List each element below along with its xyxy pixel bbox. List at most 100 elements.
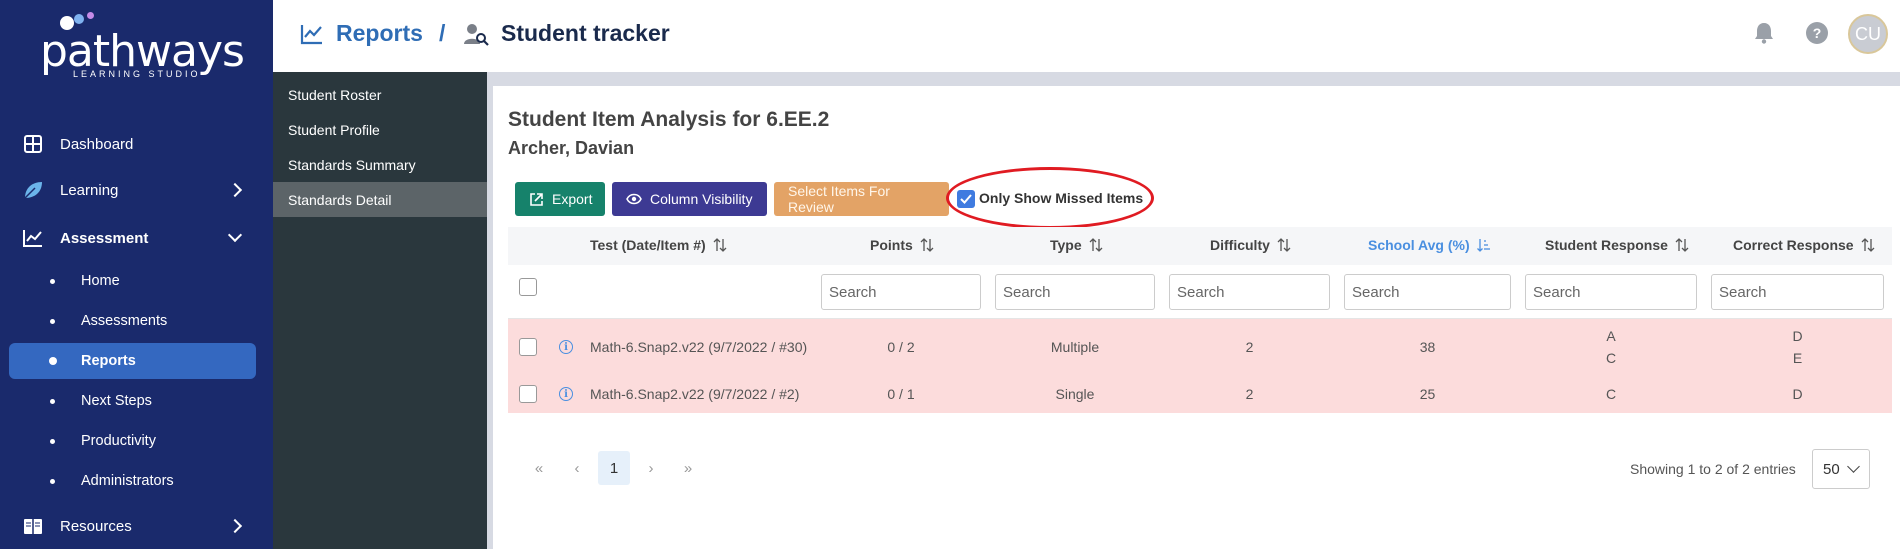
cell-student-response: A [1606, 328, 1616, 344]
info-icon[interactable]: i [559, 387, 573, 401]
eye-icon [626, 193, 642, 205]
page-size-select[interactable]: 50 [1812, 449, 1870, 489]
logo-wordmark: pathways [40, 26, 245, 77]
sort-icon [920, 238, 934, 252]
avatar[interactable]: CU [1848, 14, 1888, 54]
select-items-button[interactable]: Select Items For Review [774, 182, 949, 216]
column-header-label: Test (Date/Item #) [590, 237, 706, 253]
column-header-points[interactable]: Points [870, 237, 934, 253]
export-button[interactable]: Export [515, 182, 605, 216]
bullet-icon [50, 398, 55, 404]
subnav-item-student-roster[interactable]: Student Roster [273, 77, 487, 112]
sidebar-item-assessments[interactable]: Assessments [9, 303, 256, 339]
column-header-test[interactable]: Test (Date/Item #) [590, 237, 727, 253]
sidebar-label: Next Steps [81, 393, 152, 409]
sidebar-item-reports[interactable]: Reports [9, 343, 256, 379]
nav-label-assessment: Assessment [60, 229, 149, 247]
subnav-item-standards-detail[interactable]: Standards Detail [273, 182, 487, 217]
bullet-icon [49, 357, 57, 365]
pathways-logo[interactable]: pathways LEARNING STUDIO [40, 12, 245, 82]
breadcrumb-reports[interactable]: Reports [300, 20, 423, 47]
nav-item-assessment[interactable]: Assessment [0, 218, 273, 258]
search-input-points[interactable] [821, 274, 981, 310]
column-header-label: Type [1050, 237, 1082, 253]
cell-student-response: C [1605, 386, 1617, 402]
table-header: Test (Date/Item #) Points Type Difficult… [508, 227, 1892, 265]
column-header-school-avg[interactable]: School Avg (%) [1368, 237, 1491, 253]
select-items-label: Select Items For Review [788, 183, 890, 215]
nav-label-learning: Learning [60, 181, 119, 199]
book-icon [22, 515, 44, 537]
nav-label-resources: Resources [60, 517, 132, 535]
trend-chart-icon [300, 23, 324, 45]
sidebar-item-home[interactable]: Home [9, 263, 256, 299]
bullet-icon [50, 438, 55, 444]
row-checkbox[interactable] [519, 385, 537, 403]
nav-item-learning[interactable]: Learning [0, 170, 273, 210]
sidebar-label: Assessments [81, 313, 168, 329]
column-header-correct-response[interactable]: Correct Response [1733, 237, 1875, 253]
last-page-button[interactable]: » [677, 451, 699, 485]
column-header-type[interactable]: Type [1050, 237, 1103, 253]
column-header-label: Correct Response [1733, 237, 1854, 253]
left-navigation: pathways LEARNING STUDIO Dashboard Learn… [0, 0, 273, 549]
dashboard-icon [22, 133, 44, 155]
sort-ascending-icon [1476, 238, 1491, 252]
search-input-type[interactable] [995, 274, 1155, 310]
next-page-button[interactable]: › [640, 451, 662, 485]
search-input-student-response[interactable] [1525, 274, 1697, 310]
first-page-button[interactable]: « [528, 451, 550, 485]
sidebar-label: Home [81, 273, 120, 289]
column-header-label: School Avg (%) [1368, 237, 1470, 253]
page-size-value: 50 [1823, 460, 1840, 478]
chevron-right-icon [227, 182, 243, 198]
help-icon[interactable]: ? [1804, 20, 1830, 46]
sidebar-item-productivity[interactable]: Productivity [9, 423, 256, 459]
cell-test: Math-6.Snap2.v22 (9/7/2022 / #30) [590, 339, 808, 355]
sidebar-item-administrators[interactable]: Administrators [9, 463, 256, 499]
column-visibility-button[interactable]: Column Visibility [612, 182, 767, 216]
report-title: Student Item Analysis for 6.EE.2 [508, 108, 830, 131]
search-input-difficulty[interactable] [1169, 274, 1330, 310]
nav-item-resources[interactable]: Resources [0, 506, 273, 546]
row-checkbox[interactable] [519, 338, 537, 356]
nav-item-dashboard[interactable]: Dashboard [0, 124, 273, 164]
prev-page-button[interactable]: ‹ [566, 451, 588, 485]
subnav-item-student-profile[interactable]: Student Profile [273, 112, 487, 147]
bell-icon[interactable] [1751, 20, 1777, 46]
student-name: Archer, Davian [508, 138, 635, 158]
nav-label-dashboard: Dashboard [60, 135, 134, 153]
subnav-item-standards-summary[interactable]: Standards Summary [273, 147, 487, 182]
user-search-icon [463, 22, 489, 46]
breadcrumb-reports-label: Reports [336, 20, 423, 46]
logo-dot-blue [74, 14, 84, 24]
column-header-student-response[interactable]: Student Response [1545, 237, 1689, 253]
sidebar-item-next-steps[interactable]: Next Steps [9, 383, 256, 419]
export-button-label: Export [552, 191, 593, 207]
info-icon[interactable]: i [559, 340, 573, 354]
search-input-school-avg[interactable] [1344, 274, 1511, 310]
cell-correct-response: D [1792, 386, 1803, 402]
external-link-icon [529, 192, 544, 207]
sort-icon [713, 238, 727, 252]
highlight-ellipse [946, 167, 1154, 229]
bullet-icon [50, 478, 55, 484]
table-row: i Math-6.Snap2.v22 (9/7/2022 / #30) 0 / … [508, 319, 1892, 375]
filter-row [508, 265, 1892, 319]
cell-test: Math-6.Snap2.v22 (9/7/2022 / #2) [590, 386, 800, 402]
logo-subtitle: LEARNING STUDIO [73, 69, 201, 79]
logo-dot-purple [87, 12, 94, 19]
sort-icon [1675, 238, 1689, 252]
bullet-icon [50, 318, 55, 324]
column-header-difficulty[interactable]: Difficulty [1210, 237, 1291, 253]
cell-points: 0 / 1 [887, 386, 915, 402]
chevron-down-icon [1847, 460, 1860, 473]
sort-icon [1089, 238, 1103, 252]
top-header: Reports / Student tracker ? CU [273, 0, 1900, 72]
page-button-1[interactable]: 1 [598, 451, 630, 485]
report-subnav: Student Roster Student Profile Standards… [273, 72, 487, 549]
select-all-checkbox[interactable] [519, 278, 537, 296]
cell-type: Single [1055, 386, 1095, 402]
cell-student-response: C [1605, 350, 1617, 366]
search-input-correct-response[interactable] [1711, 274, 1884, 310]
